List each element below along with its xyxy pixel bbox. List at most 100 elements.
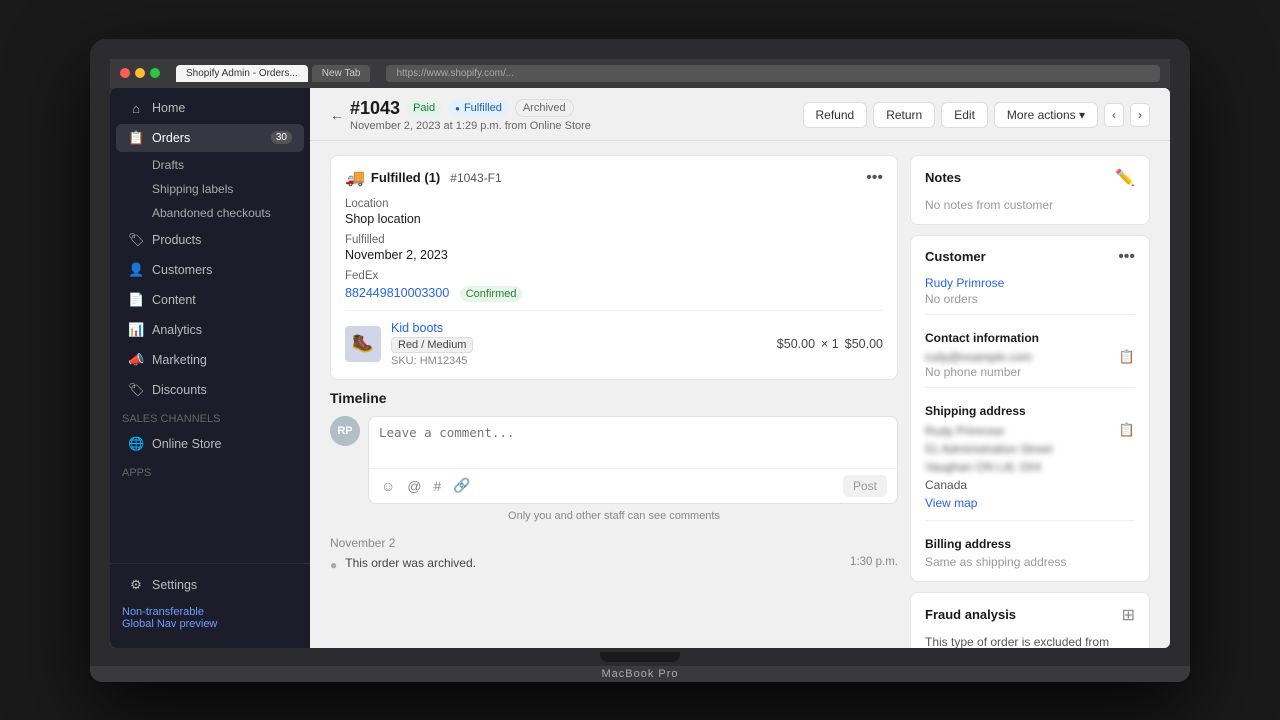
customer-header: Customer •••	[925, 248, 1135, 266]
timeline-date: November 2	[330, 536, 898, 550]
product-variant: Red / Medium	[391, 337, 473, 353]
next-order-button[interactable]: ›	[1130, 103, 1150, 127]
sidebar-item-settings[interactable]: ⚙ Settings	[116, 571, 304, 599]
product-sku: SKU: HM12345	[391, 355, 767, 367]
fraud-report-icon[interactable]: ⊞	[1122, 605, 1135, 625]
sidebar-item-home[interactable]: ⌂ Home	[116, 95, 304, 122]
shipping-country: Canada	[925, 476, 1052, 494]
shipping-city: Vaughan ON L4L 0X4	[925, 458, 1052, 476]
products-icon: 🏷	[128, 232, 144, 248]
marketing-icon: 📣	[128, 352, 144, 368]
customer-more-button[interactable]: •••	[1118, 248, 1135, 266]
more-actions-button[interactable]: More actions ▾	[994, 102, 1098, 128]
product-price: $50.00 × 1 $50.00	[777, 337, 883, 351]
avatar: RP	[330, 416, 360, 446]
fulfilled-info: Fulfilled November 2, 2023	[345, 234, 883, 262]
address-bar[interactable]: https://www.shopify.com/...	[386, 65, 1160, 82]
chevron-down-icon: ▾	[1079, 108, 1085, 122]
page-header: ← #1043 Paid Fulfilled Archived November…	[310, 88, 1170, 141]
macbook-label: MacBook Pro	[601, 668, 678, 680]
product-name[interactable]: Kid boots	[391, 321, 767, 335]
view-map-link[interactable]: View map	[925, 496, 977, 510]
browser-chrome: Shopify Admin - Orders... New Tab https:…	[110, 59, 1170, 88]
truck-icon: 🚚	[345, 168, 365, 188]
customers-icon: 👤	[128, 262, 144, 278]
prev-order-button[interactable]: ‹	[1104, 103, 1124, 127]
fullscreen-dot[interactable]	[150, 68, 160, 78]
header-left: ← #1043 Paid Fulfilled Archived November…	[330, 98, 591, 132]
close-dot[interactable]	[120, 68, 130, 78]
tracking-link[interactable]: 882449810003300	[345, 286, 449, 300]
product-row: 🥾 Kid boots Red / Medium SKU: HM12345 $5…	[345, 310, 883, 367]
home-icon: ⌂	[128, 101, 144, 116]
edit-button[interactable]: Edit	[941, 102, 988, 128]
sidebar-item-abandoned[interactable]: Abandoned checkouts	[116, 202, 304, 224]
orders-badge: 30	[271, 131, 292, 144]
back-button[interactable]: ←	[330, 107, 344, 123]
billing-same-text: Same as shipping address	[925, 555, 1135, 569]
timeline-section: Timeline RP ☺ @ # 🔗	[330, 390, 898, 574]
order-number: #1043	[350, 98, 400, 119]
shipping-label: Shipping address	[925, 404, 1135, 418]
sidebar-item-discounts[interactable]: 🏷 Discounts	[116, 376, 304, 404]
sales-channels-label: Sales channels	[110, 405, 310, 429]
copy-address-icon[interactable]: 📋	[1119, 422, 1135, 438]
timeline-title: Timeline	[330, 390, 898, 406]
sidebar-item-analytics[interactable]: 📊 Analytics	[116, 316, 304, 344]
nontransferable-link[interactable]: Non-transferable Global Nav preview	[110, 600, 310, 636]
orders-icon: 📋	[128, 130, 144, 146]
sidebar-item-content[interactable]: 📄 Content	[116, 286, 304, 314]
laptop-chin	[110, 648, 1170, 666]
fulfillment-title-area: 🚚 Fulfilled (1) #1043-F1	[345, 168, 502, 188]
customer-email[interactable]: rudy@example.com	[925, 350, 1032, 364]
no-notes-text: No notes from customer	[925, 198, 1135, 212]
discounts-icon: 🏷	[128, 382, 144, 398]
shipping-street: 51 Administration Street	[925, 440, 1052, 458]
notes-card: Notes ✏️ No notes from customer	[910, 155, 1150, 225]
shipping-name: Rudy Primrose	[925, 422, 1052, 440]
fulfillment-title: Fulfilled (1)	[371, 170, 440, 185]
notes-edit-icon[interactable]: ✏️	[1115, 168, 1135, 188]
fulfillment-header: 🚚 Fulfilled (1) #1043-F1 •••	[345, 168, 883, 188]
timeline-event: ● This order was archived. 1:30 p.m.	[330, 554, 898, 574]
minimize-dot[interactable]	[135, 68, 145, 78]
sidebar-item-marketing[interactable]: 📣 Marketing	[116, 346, 304, 374]
fulfillment-more-button[interactable]: •••	[866, 169, 883, 187]
sidebar-item-drafts[interactable]: Drafts	[116, 154, 304, 176]
mention-button[interactable]: @	[405, 476, 423, 496]
online-store-icon: 🌐	[128, 436, 144, 452]
comment-toolbar: ☺ @ # 🔗 Post	[369, 468, 897, 503]
customer-card: Customer ••• Rudy Primrose No orders Con…	[910, 235, 1150, 582]
no-phone-text: No phone number	[925, 365, 1135, 379]
customer-name[interactable]: Rudy Primrose	[925, 276, 1135, 290]
hashtag-button[interactable]: #	[432, 476, 444, 496]
left-column: 🚚 Fulfilled (1) #1043-F1 ••• Location Sh…	[330, 155, 898, 634]
post-button[interactable]: Post	[843, 475, 887, 497]
fraud-title: Fraud analysis	[925, 607, 1016, 622]
sidebar-item-products[interactable]: 🏷 Products	[116, 226, 304, 254]
sidebar-item-orders[interactable]: 📋 Orders 30	[116, 124, 304, 152]
header-right: Refund Return Edit More actions ▾ ‹ ›	[803, 102, 1151, 128]
refund-button[interactable]: Refund	[803, 102, 868, 128]
sidebar: ⌂ Home 📋 Orders 30 Drafts Shipping label…	[110, 88, 310, 648]
tracking-info: FedEx 882449810003300 Confirmed	[345, 270, 883, 302]
fraud-card: Fraud analysis ⊞ This type of order is e…	[910, 592, 1150, 648]
comment-input[interactable]	[369, 417, 897, 463]
emoji-button[interactable]: ☺	[379, 476, 397, 496]
content-icon: 📄	[128, 292, 144, 308]
copy-email-icon[interactable]: 📋	[1119, 349, 1135, 365]
apps-label: Apps	[110, 459, 310, 483]
return-button[interactable]: Return	[873, 102, 935, 128]
content-area: 🚚 Fulfilled (1) #1043-F1 ••• Location Sh…	[310, 141, 1170, 648]
new-tab[interactable]: New Tab	[312, 65, 371, 82]
attachment-button[interactable]: 🔗	[451, 475, 472, 496]
sidebar-item-customers[interactable]: 👤 Customers	[116, 256, 304, 284]
order-subtitle: November 2, 2023 at 1:29 p.m. from Onlin…	[350, 120, 591, 132]
fraud-text: This type of order is excluded from cred…	[925, 635, 1135, 648]
settings-icon: ⚙	[128, 577, 144, 593]
contact-label: Contact information	[925, 331, 1135, 345]
timeline-dot: ●	[330, 558, 337, 572]
sidebar-item-shipping[interactable]: Shipping labels	[116, 178, 304, 200]
active-tab[interactable]: Shopify Admin - Orders...	[176, 65, 308, 82]
sidebar-item-online-store[interactable]: 🌐 Online Store	[116, 430, 304, 458]
